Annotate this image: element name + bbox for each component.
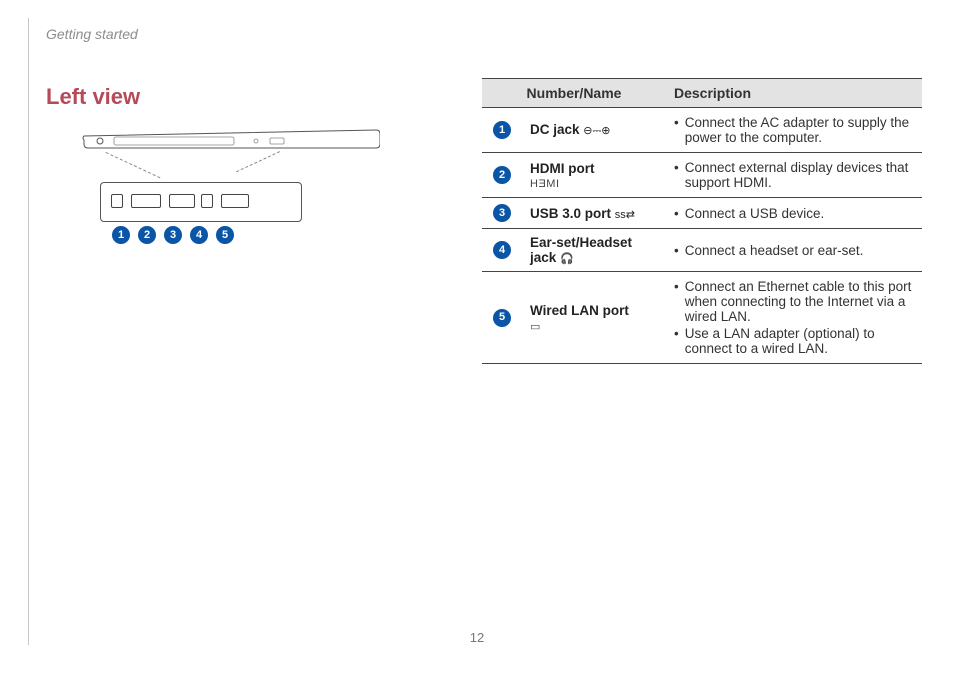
diagram-zoom-callout: 12345	[100, 152, 360, 242]
port-glyph-icon: HƎMI	[530, 178, 660, 190]
row-number-badge: 3	[493, 204, 511, 222]
description-bullet: Connect external display devices that su…	[674, 159, 914, 191]
row-number-cell: 4	[482, 229, 524, 272]
description-text: Use a LAN adapter (optional) to connect …	[685, 326, 914, 356]
row-description-cell: Connect external display devices that su…	[668, 153, 922, 198]
port-usb-icon	[169, 194, 195, 208]
table-row: 1 DC jack ⊖⎓⊕ Connect the AC adapter to su…	[482, 108, 922, 153]
row-name-cell: USB 3.0 port ss⇄	[524, 198, 668, 229]
description-text: Connect the AC adapter to supply the pow…	[685, 115, 914, 145]
row-description-cell: Connect an Ethernet cable to this port w…	[668, 272, 922, 364]
port-audio-jack-icon	[201, 194, 213, 208]
row-name-cell: Wired LAN port ▭	[524, 272, 668, 364]
port-name-label: DC jack	[530, 122, 583, 137]
description-bullet: Use a LAN adapter (optional) to connect …	[674, 325, 914, 357]
diagram-marker-4: 4	[190, 226, 208, 244]
description-text: Connect a headset or ear-set.	[685, 243, 864, 258]
port-glyph-icon: ⊖⎓⊕	[583, 125, 610, 137]
row-name-cell: HDMI port HƎMI	[524, 153, 668, 198]
row-number-cell: 2	[482, 153, 524, 198]
port-glyph-icon: 🎧	[560, 253, 574, 265]
section-title: Left view	[46, 84, 140, 110]
port-name-label: Ear-set/Headset jack	[530, 235, 632, 265]
table-header-number: Number/Name	[482, 79, 668, 108]
description-bullet: Connect a USB device.	[674, 205, 914, 222]
chapter-title: Getting started	[46, 26, 138, 42]
port-dc-jack-icon	[111, 194, 123, 208]
row-name-cell: DC jack ⊖⎓⊕	[524, 108, 668, 153]
laptop-side-outline	[80, 124, 380, 154]
table-row: 3 USB 3.0 port ss⇄ Connect a USB device.	[482, 198, 922, 229]
diagram-number-markers: 12345	[112, 226, 234, 244]
description-text: Connect external display devices that su…	[685, 160, 914, 190]
port-hdmi-icon	[131, 194, 161, 208]
description-bullet: Connect an Ethernet cable to this port w…	[674, 278, 914, 325]
row-number-cell: 1	[482, 108, 524, 153]
description-bullet: Connect a headset or ear-set.	[674, 242, 914, 259]
description-text: Connect a USB device.	[685, 206, 825, 221]
table-row: 4 Ear-set/Headset jack 🎧 Connect a headset…	[482, 229, 922, 272]
row-number-badge: 5	[493, 309, 511, 327]
port-name-label: Wired LAN port	[530, 303, 629, 318]
ports-table: Number/Name Description 1 DC jack ⊖⎓⊕ Conn…	[482, 78, 922, 364]
row-number-badge: 2	[493, 166, 511, 184]
description-text: Connect an Ethernet cable to this port w…	[685, 279, 914, 324]
port-lan-icon	[221, 194, 249, 208]
port-glyph-icon: ▭	[530, 320, 660, 333]
row-number-cell: 3	[482, 198, 524, 229]
port-name-label: USB 3.0 port	[530, 206, 615, 221]
page-number: 12	[0, 630, 954, 645]
zoom-ports-panel	[100, 182, 302, 222]
table-header-description: Description	[668, 79, 922, 108]
diagram-marker-3: 3	[164, 226, 182, 244]
table-row: 5 Wired LAN port ▭ Connect an Ethernet cabl…	[482, 272, 922, 364]
diagram-marker-2: 2	[138, 226, 156, 244]
row-number-badge: 1	[493, 121, 511, 139]
port-name-label: HDMI port	[530, 161, 595, 176]
page-left-rule	[28, 18, 29, 645]
row-description-cell: Connect the AC adapter to supply the pow…	[668, 108, 922, 153]
table-row: 2 HDMI port HƎMI Connect external display d…	[482, 153, 922, 198]
diagram-marker-1: 1	[112, 226, 130, 244]
row-description-cell: Connect a USB device.	[668, 198, 922, 229]
row-description-cell: Connect a headset or ear-set.	[668, 229, 922, 272]
row-number-badge: 4	[493, 241, 511, 259]
row-number-cell: 5	[482, 272, 524, 364]
diagram-marker-5: 5	[216, 226, 234, 244]
port-glyph-icon: ss⇄	[615, 209, 635, 221]
description-bullet: Connect the AC adapter to supply the pow…	[674, 114, 914, 146]
row-name-cell: Ear-set/Headset jack 🎧	[524, 229, 668, 272]
left-view-diagram: 12345	[80, 120, 380, 250]
